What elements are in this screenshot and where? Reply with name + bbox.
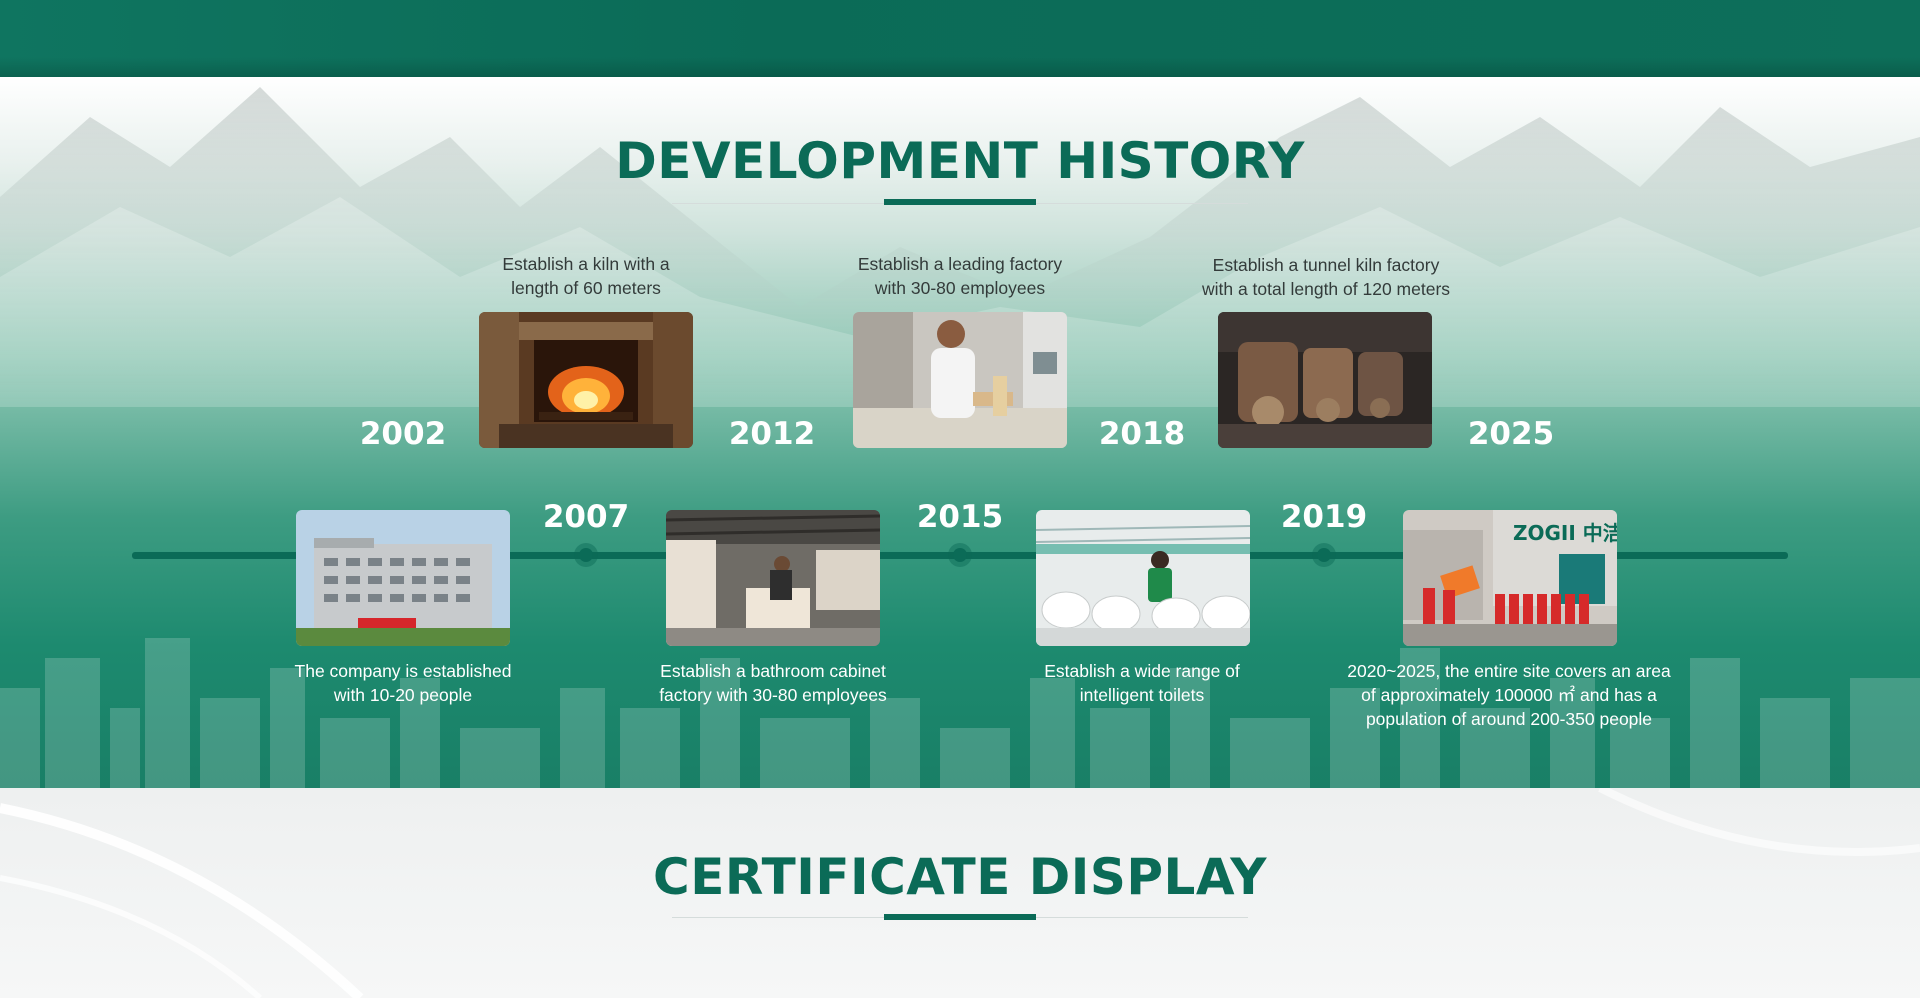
- year-label: 2012: [728, 416, 816, 452]
- milestone-caption: Establish a leading factory with 30-80 e…: [857, 254, 1063, 298]
- certificate-display-section: CERTIFICATE DISPLAY: [0, 788, 1920, 998]
- year-label: 2002: [359, 416, 447, 452]
- development-history-section: DEVELOPMENT HISTORY 2002 2012 2018 2025 …: [0, 77, 1920, 788]
- timeline-node-2007: [574, 543, 598, 567]
- milestone-caption: The company is established with 10-20 pe…: [294, 661, 512, 705]
- tunnel-kiln-machinery-photo: [1218, 312, 1432, 448]
- company-building-photo: [296, 510, 510, 646]
- milestone-caption: Establish a kiln with a length of 60 met…: [502, 254, 670, 298]
- factory-worker-photo: [853, 312, 1067, 448]
- milestone-caption: 2020~2025, the entire site covers an are…: [1347, 661, 1671, 729]
- title-accent-bar: [884, 914, 1036, 920]
- storefront-sign: ZOGII 中洁: [1513, 521, 1617, 545]
- header-band: [0, 0, 1920, 77]
- kiln-fireplace-photo: [479, 312, 693, 448]
- section-title: CERTIFICATE DISPLAY: [653, 848, 1267, 906]
- milestone-caption: Establish a bathroom cabinet factory wit…: [659, 661, 887, 705]
- year-label: 2007: [542, 499, 630, 535]
- year-label: 2019: [1280, 499, 1368, 535]
- year-label: 2015: [916, 499, 1004, 535]
- timeline-node-2015: [948, 543, 972, 567]
- section-title: DEVELOPMENT HISTORY: [615, 132, 1305, 190]
- timeline-node-2019: [1312, 543, 1336, 567]
- cabinet-workshop-photo: [666, 510, 880, 646]
- milestone-caption: Establish a tunnel kiln factory with a t…: [1201, 255, 1451, 299]
- toilet-production-photo: [1036, 510, 1250, 646]
- milestone-caption: Establish a wide range of intelligent to…: [1044, 661, 1240, 705]
- year-label: 2025: [1467, 416, 1555, 452]
- title-accent-bar: [884, 199, 1036, 205]
- year-label: 2018: [1098, 416, 1186, 452]
- team-storefront-photo: ZOGII 中洁: [1403, 510, 1617, 646]
